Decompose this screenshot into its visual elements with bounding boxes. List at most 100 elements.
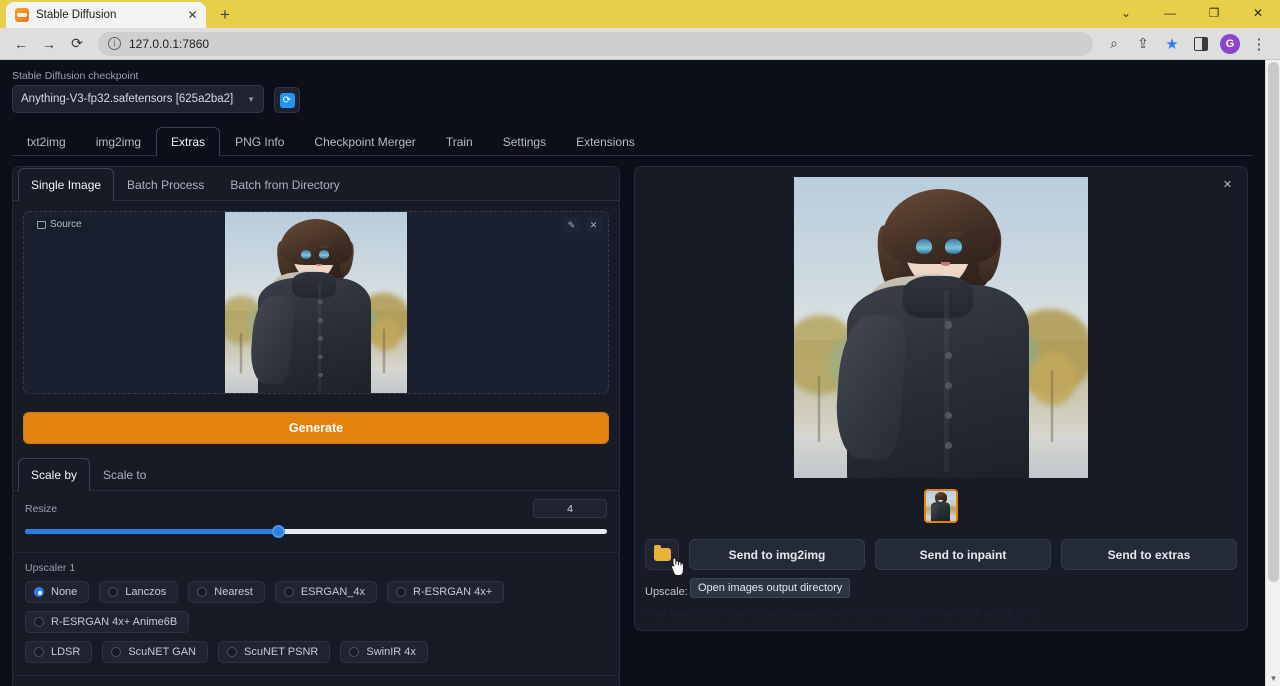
refresh-icon: ⟳ bbox=[280, 93, 295, 108]
upscaler1-option-ldsr[interactable]: LDSR bbox=[25, 641, 92, 663]
upscaler-2-section: Upscaler 2 None Lanczos Nearest ESRGAN_4… bbox=[13, 675, 619, 686]
upscaler1-option-scunet-gan[interactable]: ScuNET GAN bbox=[102, 641, 208, 663]
subtab-batch-process[interactable]: Batch Process bbox=[114, 168, 217, 201]
chevron-down-icon: ▼ bbox=[247, 95, 255, 104]
webui-content: Stable Diffusion checkpoint Anything-V3-… bbox=[0, 60, 1265, 686]
page-scrollbar[interactable]: ▲ ▼ bbox=[1265, 60, 1280, 686]
scroll-down-arrow[interactable]: ▼ bbox=[1266, 672, 1280, 686]
result-gallery-panel: ✕ bbox=[634, 166, 1248, 631]
upscaler-1-title: Upscaler 1 bbox=[25, 562, 607, 574]
navbar-right-icons: ⌕ ⇪ ★ G ⋮ bbox=[1101, 31, 1272, 57]
extras-left-column: Single Image Batch Process Batch from Di… bbox=[12, 166, 620, 686]
window-controls: ⌄ — ❐ ✕ bbox=[1104, 0, 1280, 26]
sidepanel-icon[interactable] bbox=[1188, 31, 1214, 57]
radio-dot bbox=[108, 587, 118, 597]
browser-navbar: ← → ⟳ i 127.0.0.1:7860 ⌕ ⇪ ★ G ⋮ bbox=[0, 28, 1280, 60]
new-tab-button[interactable]: + bbox=[212, 4, 238, 28]
share-icon[interactable]: ⇪ bbox=[1130, 31, 1156, 57]
bookmark-star-icon[interactable]: ★ bbox=[1159, 31, 1185, 57]
window-close-icon[interactable]: ✕ bbox=[1236, 0, 1280, 26]
search-icon[interactable]: ⌕ bbox=[1101, 31, 1127, 57]
upscaler1-option-none[interactable]: None bbox=[25, 581, 89, 603]
radio-dot bbox=[396, 587, 406, 597]
upscaler1-option-nearest[interactable]: Nearest bbox=[188, 581, 265, 603]
tab-txt2img[interactable]: txt2img bbox=[12, 127, 81, 156]
webui-page: Stable Diffusion checkpoint Anything-V3-… bbox=[0, 60, 1280, 686]
open-output-directory-button[interactable]: Open images output directory bbox=[645, 539, 679, 570]
minimize-icon[interactable]: — bbox=[1148, 0, 1192, 26]
generate-button[interactable]: Generate bbox=[23, 412, 609, 444]
scrollbar-thumb[interactable] bbox=[1268, 62, 1279, 582]
upscaler1-option-r-esrgan-4x-anime6b[interactable]: R-ESRGAN 4x+ Anime6B bbox=[25, 611, 189, 633]
extras-layout: Single Image Batch Process Batch from Di… bbox=[12, 166, 1253, 686]
slider-knob[interactable] bbox=[272, 525, 285, 538]
radio-dot bbox=[34, 647, 44, 657]
site-info-icon[interactable]: i bbox=[108, 37, 121, 50]
tab-scale-to[interactable]: Scale to bbox=[90, 458, 159, 491]
source-label-text: Source bbox=[50, 219, 82, 230]
upscaler-1-section: Upscaler 1 None Lanczos Nearest ESRGAN_4… bbox=[13, 552, 619, 675]
option-label: LDSR bbox=[51, 646, 80, 658]
result-performance-info: Time taken: 1.23s Torch active/reserved:… bbox=[645, 609, 1237, 620]
tab-title: Stable Diffusion bbox=[36, 9, 178, 21]
forward-icon[interactable]: → bbox=[36, 31, 62, 57]
tab-extensions[interactable]: Extensions bbox=[561, 127, 650, 156]
option-label: Nearest bbox=[214, 586, 253, 598]
upscaler1-option-esrgan-4x[interactable]: ESRGAN_4x bbox=[275, 581, 377, 603]
resize-slider[interactable] bbox=[25, 524, 607, 538]
source-image-dropzone[interactable]: Source ✎ ✕ bbox=[23, 211, 609, 394]
upscaler1-option-r-esrgan-4x-plus[interactable]: R-ESRGAN 4x+ bbox=[387, 581, 504, 603]
send-to-img2img-button[interactable]: Send to img2img bbox=[689, 539, 865, 570]
tab-img2img[interactable]: img2img bbox=[81, 127, 156, 156]
avatar-initial: G bbox=[1220, 34, 1240, 54]
option-label: ScuNET GAN bbox=[128, 646, 196, 658]
url-text: 127.0.0.1:7860 bbox=[129, 37, 209, 51]
edit-icon[interactable]: ✎ bbox=[563, 217, 580, 233]
checkpoint-dropdown[interactable]: Anything-V3-fp32.safetensors [625a2ba2] … bbox=[12, 85, 264, 113]
upscaler1-option-swinir-4x[interactable]: SwinIR 4x bbox=[340, 641, 428, 663]
address-bar[interactable]: i 127.0.0.1:7860 bbox=[98, 32, 1093, 56]
tab-png-info[interactable]: PNG Info bbox=[220, 127, 299, 156]
tab-scale-by[interactable]: Scale by bbox=[18, 458, 90, 491]
slider-fill bbox=[25, 529, 278, 534]
remove-image-icon[interactable]: ✕ bbox=[585, 217, 602, 233]
send-to-extras-button[interactable]: Send to extras bbox=[1061, 539, 1237, 570]
radio-dot bbox=[349, 647, 359, 657]
checkpoint-value: Anything-V3-fp32.safetensors [625a2ba2] bbox=[21, 93, 233, 105]
profile-avatar[interactable]: G bbox=[1217, 31, 1243, 57]
tab-extras[interactable]: Extras bbox=[156, 127, 220, 156]
checkpoint-row: Stable Diffusion checkpoint Anything-V3-… bbox=[12, 70, 1253, 113]
browser-tab[interactable]: Stable Diffusion ✕ bbox=[6, 2, 206, 28]
option-label: SwinIR 4x bbox=[366, 646, 416, 658]
reload-icon[interactable]: ⟳ bbox=[64, 31, 90, 57]
browser-menu-icon[interactable]: ⋮ bbox=[1246, 31, 1272, 57]
chevron-down-icon[interactable]: ⌄ bbox=[1104, 0, 1148, 26]
subtab-batch-from-directory[interactable]: Batch from Directory bbox=[217, 168, 352, 201]
close-icon[interactable]: ✕ bbox=[1219, 176, 1236, 193]
back-icon[interactable]: ← bbox=[8, 31, 34, 57]
resize-control: Resize 4 bbox=[13, 491, 619, 552]
upscaler1-option-lanczos[interactable]: Lanczos bbox=[99, 581, 178, 603]
refresh-checkpoints-button[interactable]: ⟳ bbox=[274, 87, 300, 113]
tab-checkpoint-merger[interactable]: Checkpoint Merger bbox=[299, 127, 430, 156]
browser-tabstrip: Stable Diffusion ✕ + ⌄ — ❐ ✕ bbox=[0, 0, 1280, 28]
gallery-thumbnails bbox=[645, 489, 1237, 523]
radio-dot bbox=[197, 587, 207, 597]
folder-icon bbox=[654, 548, 671, 561]
gallery-thumbnail[interactable] bbox=[924, 489, 958, 523]
resize-number-input[interactable]: 4 bbox=[533, 499, 607, 518]
send-to-inpaint-button[interactable]: Send to inpaint bbox=[875, 539, 1051, 570]
option-label: R-ESRGAN 4x+ Anime6B bbox=[51, 616, 177, 628]
upscaler1-option-scunet-psnr[interactable]: ScuNET PSNR bbox=[218, 641, 330, 663]
tab-settings[interactable]: Settings bbox=[488, 127, 561, 156]
checkpoint-label: Stable Diffusion checkpoint bbox=[12, 70, 264, 82]
subtab-single-image[interactable]: Single Image bbox=[18, 168, 114, 201]
option-label: ESRGAN_4x bbox=[301, 586, 365, 598]
extras-subtabs: Single Image Batch Process Batch from Di… bbox=[13, 167, 619, 201]
result-image[interactable] bbox=[794, 177, 1088, 478]
upscaler-1-row-1: None Lanczos Nearest ESRGAN_4x R-ESRGAN … bbox=[25, 581, 607, 633]
close-icon[interactable]: ✕ bbox=[185, 8, 200, 23]
stable-diffusion-favicon bbox=[15, 8, 29, 22]
tab-train[interactable]: Train bbox=[431, 127, 488, 156]
maximize-icon[interactable]: ❐ bbox=[1192, 0, 1236, 26]
